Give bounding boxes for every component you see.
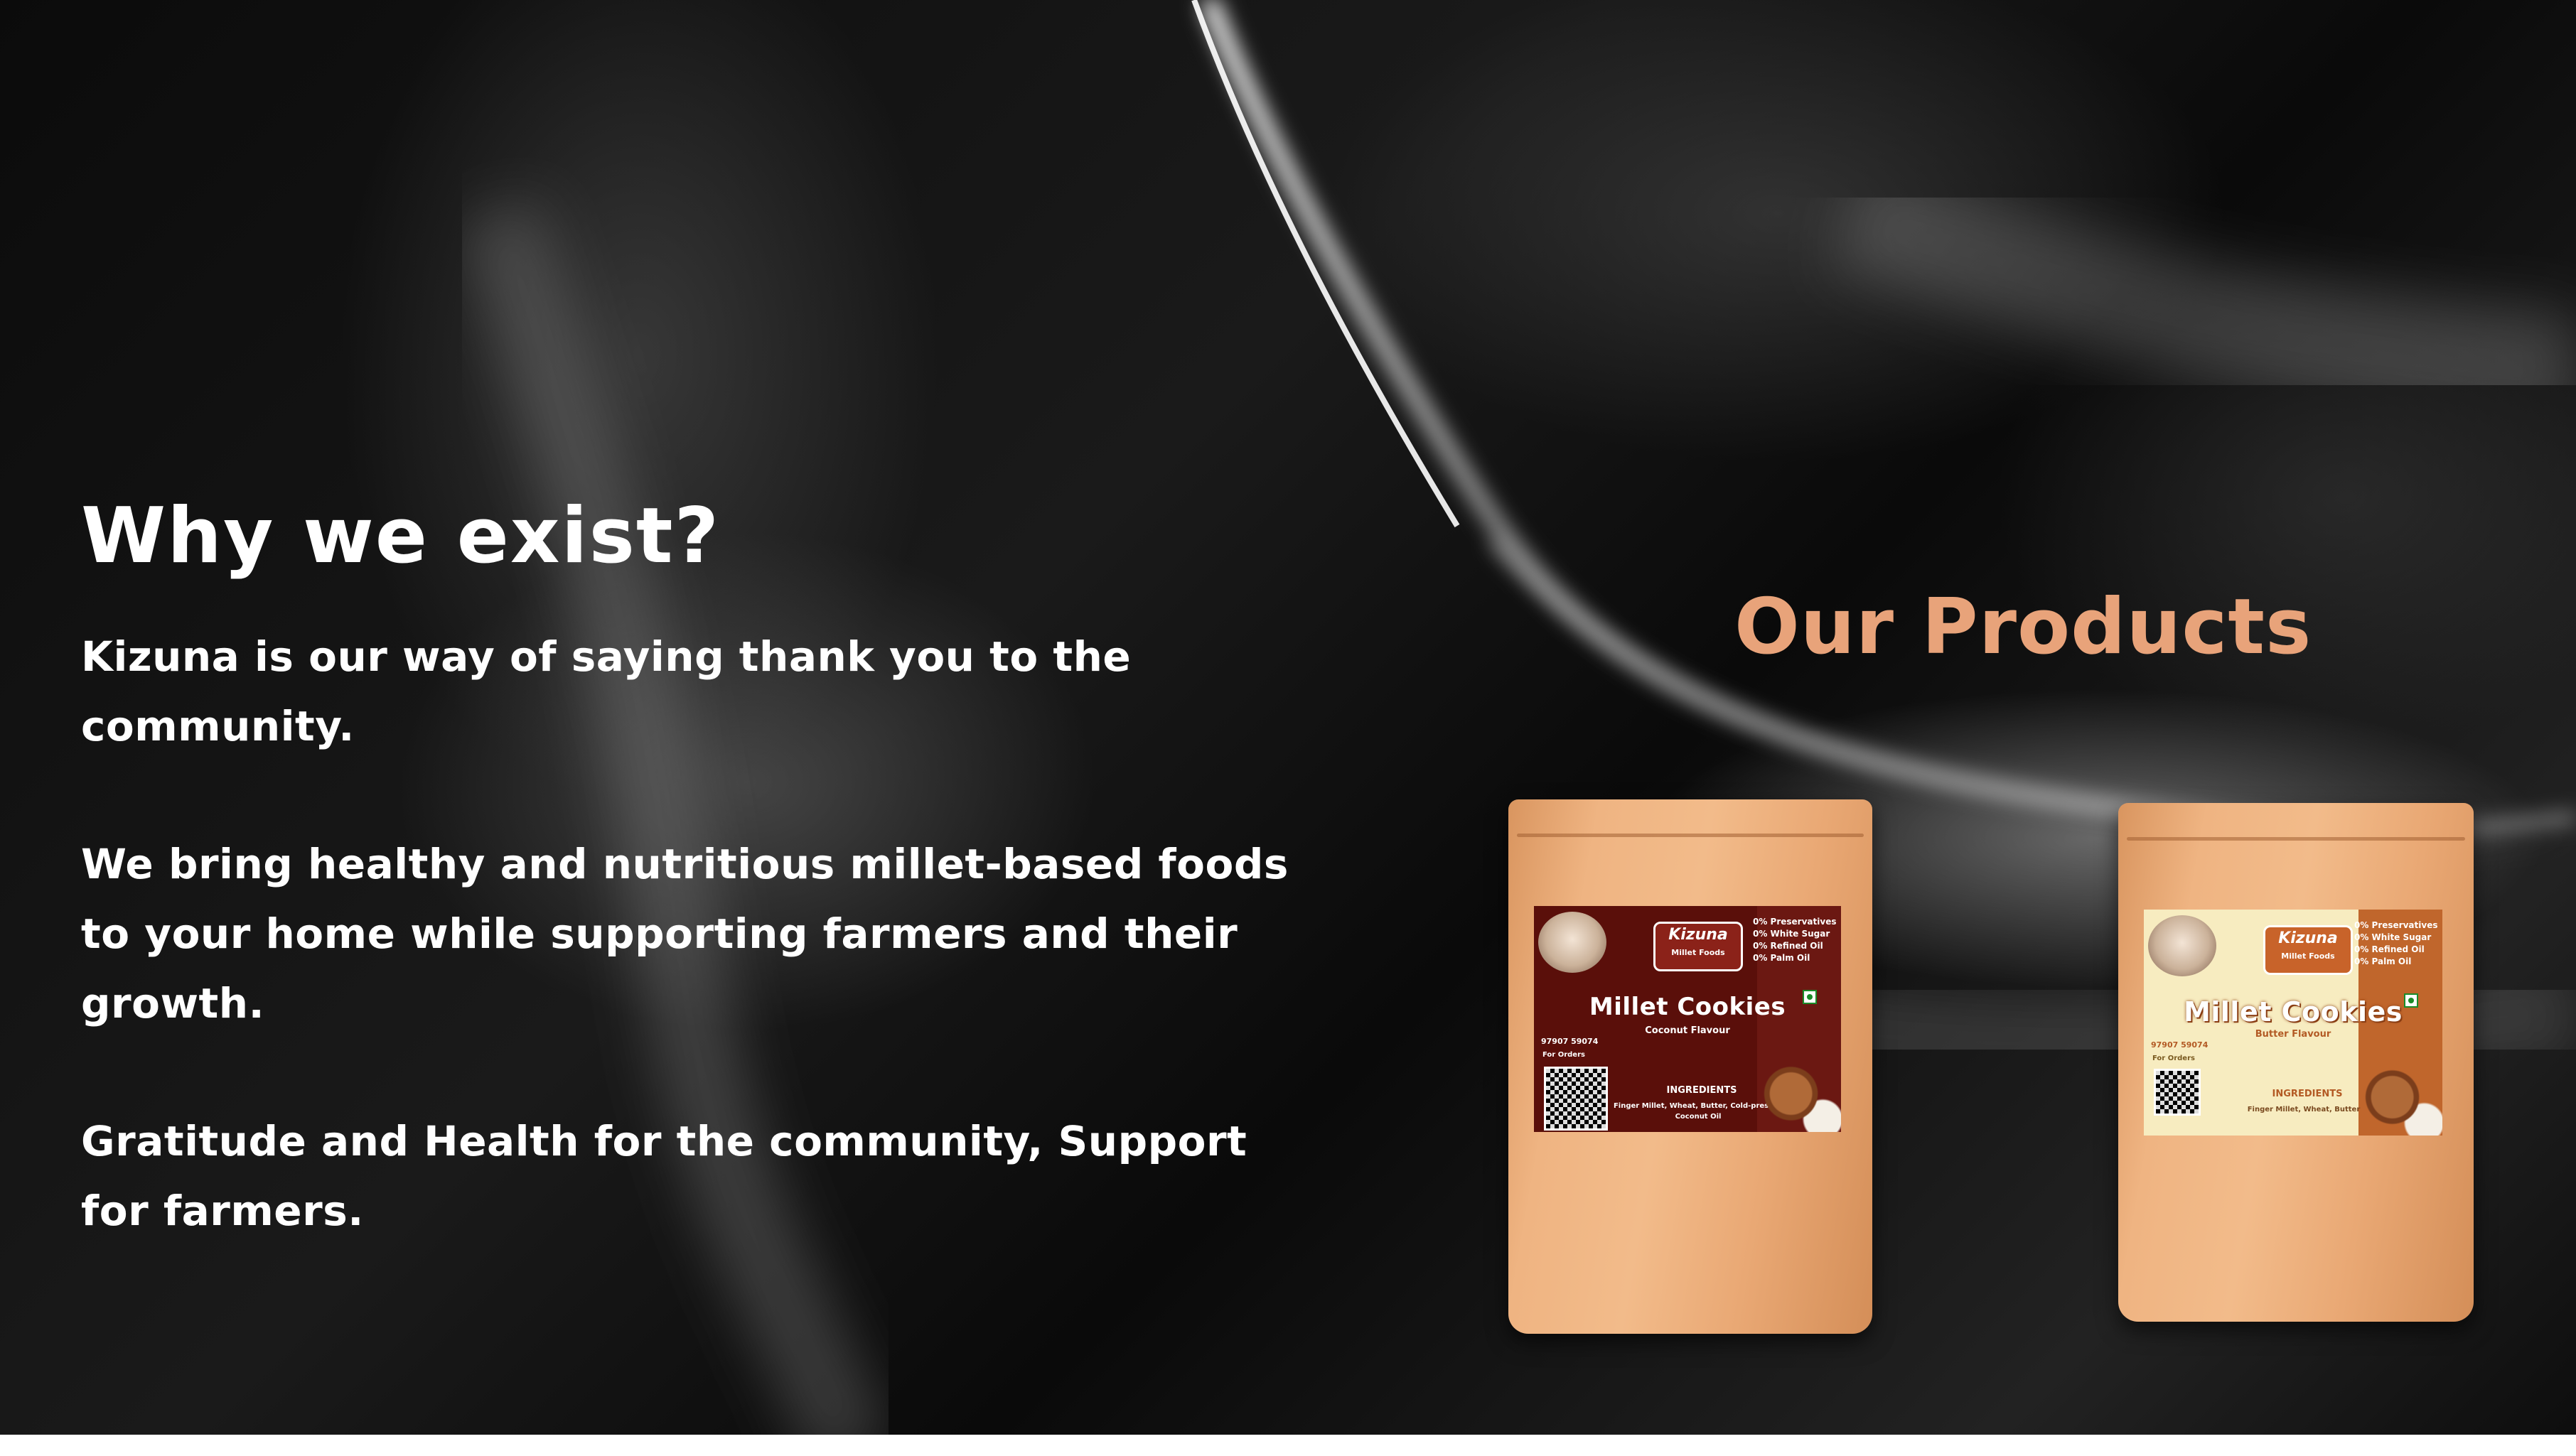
phone-number: 97907 59074 — [2151, 1040, 2209, 1050]
products-heading: Our Products — [1734, 583, 2312, 672]
phone-number: 97907 59074 — [1541, 1037, 1599, 1046]
paragraph-thank-you: Kizuna is our way of saying thank you to… — [81, 632, 1132, 750]
claim-item: 0% Refined Oil — [2354, 944, 2425, 954]
claim-item: 0% Preservatives — [2354, 920, 2438, 930]
claim-item: 0% Palm Oil — [1753, 953, 1810, 963]
qr-code-icon — [2154, 1069, 2201, 1116]
cookie-image — [2351, 1050, 2442, 1136]
product-card-butter[interactable]: Kizuna Millet Foods 0% Preservatives 0% … — [2118, 803, 2474, 1322]
brand-name: Kizuna — [2278, 929, 2338, 947]
paragraph-mission: We bring healthy and nutritious millet-b… — [81, 840, 1289, 1028]
mascot-logo — [2148, 915, 2216, 976]
claim-item: 0% Palm Oil — [2354, 956, 2412, 966]
product-name: Millet Cookies — [2184, 996, 2403, 1028]
for-orders-label: For Orders — [1542, 1051, 1585, 1059]
claims-list: 0% Preservatives 0% White Sugar 0% Refin… — [2354, 920, 2438, 968]
for-orders-label: For Orders — [2152, 1055, 2195, 1062]
bottom-border — [0, 1435, 2576, 1456]
product-flavour: Butter Flavour — [2255, 1029, 2331, 1040]
product-label: Kizuna Millet Foods 0% Preservatives 0% … — [1534, 906, 1841, 1132]
claims-list: 0% Preservatives 0% White Sugar 0% Refin… — [1753, 916, 1837, 964]
claim-item: 0% White Sugar — [2354, 932, 2432, 942]
mascot-logo — [1538, 912, 1606, 973]
product-card-coconut[interactable]: Kizuna Millet Foods 0% Preservatives 0% … — [1508, 799, 1872, 1334]
cookie-image — [1750, 1047, 1841, 1132]
qr-code-icon — [1544, 1067, 1608, 1131]
section-heading: Why we exist? — [81, 492, 721, 581]
claim-item: 0% White Sugar — [1753, 929, 1830, 939]
why-we-exist-section: Why we exist? Kizuna is our way of sayin… — [81, 490, 1325, 1314]
product-label: Kizuna Millet Foods 0% Preservatives 0% … — [2144, 910, 2442, 1136]
brand-name: Kizuna — [1668, 926, 1728, 944]
hero-slide: Why we exist? Kizuna is our way of sayin… — [0, 0, 2576, 1456]
product-flavour: Coconut Flavour — [1645, 1025, 1730, 1036]
brand-badge: Kizuna Millet Foods — [2263, 925, 2353, 975]
claim-item: 0% Preservatives — [1753, 917, 1837, 927]
pouch-zipper — [2127, 837, 2465, 841]
brand-subtitle: Millet Foods — [1671, 948, 1725, 957]
brand-subtitle: Millet Foods — [2281, 951, 2335, 961]
brand-badge: Kizuna Millet Foods — [1653, 922, 1743, 971]
paragraph-tagline: Gratitude and Health for the community, … — [81, 1117, 1247, 1235]
pouch-zipper — [1517, 834, 1864, 837]
product-name: Millet Cookies — [1589, 993, 1786, 1021]
claim-item: 0% Refined Oil — [1753, 941, 1823, 951]
